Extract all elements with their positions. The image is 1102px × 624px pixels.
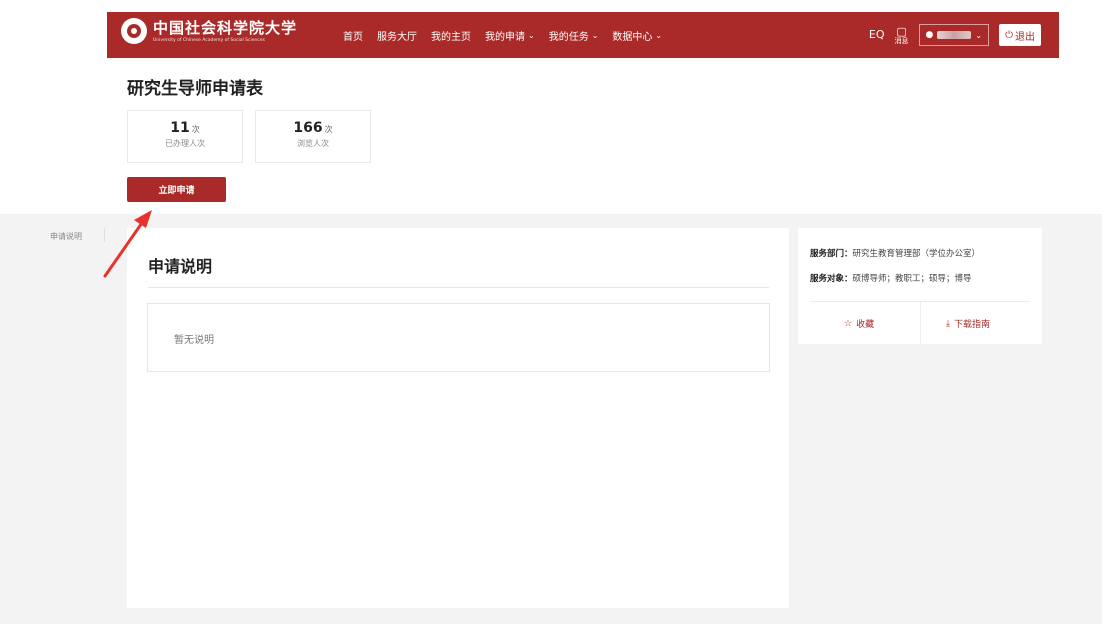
nav-service-hall[interactable]: 服务大厅 (377, 28, 417, 43)
heading-divider (148, 287, 769, 288)
nav-data-center[interactable]: 数据中心 ⌄ (612, 28, 662, 43)
logout-button[interactable]: ⏻ 退出 (999, 24, 1041, 46)
stat-handled-value: 11 (170, 120, 190, 136)
download-icon: ⤓ (946, 318, 950, 329)
stat-views-unit: 次 (324, 125, 333, 134)
favorite-button[interactable]: ☆ 收藏 (844, 317, 875, 331)
user-name-redacted (937, 31, 972, 39)
chevron-down-icon: ⌄ (655, 30, 663, 40)
main-nav: 首页 服务大厅 我的主页 我的申请 ⌄ 我的任务 ⌄ 数据中心 ⌄ (343, 12, 662, 58)
annotation-arrow-icon (103, 210, 152, 278)
chevron-down-icon: ⌄ (591, 30, 599, 40)
power-icon: ⏻ (1005, 29, 1013, 41)
nav-my-tasks[interactable]: 我的任务 ⌄ (549, 28, 599, 43)
service-target-key: 服务对象： (810, 274, 853, 284)
nav-my-tasks-label: 我的任务 (548, 31, 589, 43)
stat-card-handled: 11 次 已办理人次 (127, 110, 243, 163)
logout-label: 退出 (1015, 31, 1035, 43)
stat-views-label: 浏览人次 (297, 139, 329, 148)
service-target: 服务对象：硕博导师；教职工；硕导；博导 (810, 272, 972, 284)
instructions-text: 暂无说明 (174, 335, 214, 346)
nav-my-homepage-label: 我的主页 (431, 31, 471, 43)
eq-label: EQ (868, 28, 885, 41)
message-icon: ▢ (896, 24, 907, 38)
info-vertical-divider (920, 302, 921, 344)
service-department-value: 研究生教育管理部（学位办公室） (852, 249, 981, 259)
nav-home-label: 首页 (343, 31, 363, 43)
university-emblem-icon (121, 18, 147, 44)
user-menu[interactable]: ● ⌄ (918, 24, 990, 46)
page-title: 研究生导师申请表 (127, 79, 263, 99)
star-outline-icon: ☆ (844, 318, 853, 329)
favorite-label: 收藏 (856, 320, 875, 330)
nav-my-applications-label: 我的申请 (485, 31, 525, 43)
stat-views-value: 166 (293, 120, 323, 136)
user-icon: ● (925, 30, 934, 40)
logo-title: 中国社会科学院大学 (153, 18, 298, 37)
instructions-panel: 申请说明 暂无说明 (127, 228, 789, 608)
stat-handled-unit: 次 (191, 125, 200, 134)
nav-home[interactable]: 首页 (343, 28, 363, 43)
stat-card-views: 166 次 浏览人次 (255, 110, 371, 163)
sidebar-item-instructions[interactable]: 申请说明 (50, 231, 82, 242)
chevron-down-icon: ⌄ (975, 30, 983, 40)
nav-data-center-label: 数据中心 (612, 31, 653, 43)
site-logo[interactable]: 中国社会科学院大学 University of Chinese Academy … (121, 18, 297, 44)
nav-my-homepage[interactable]: 我的主页 (431, 28, 471, 43)
eq-button[interactable]: EQ (868, 28, 885, 41)
nav-my-applications[interactable]: 我的申请 ⌄ (485, 28, 535, 43)
logo-subtitle: University of Chinese Academy of Social … (153, 37, 265, 43)
stat-handled-label: 已办理人次 (165, 139, 205, 148)
download-guide-label: 下载指南 (953, 320, 990, 330)
message-label: 消息 (894, 36, 909, 45)
message-button[interactable]: ▢ 消息 (895, 26, 909, 45)
download-guide-button[interactable]: ⤓ 下载指南 (946, 317, 990, 331)
service-info-panel: 服务部门：研究生教育管理部（学位办公室） 服务对象：硕博导师；教职工；硕导；博导… (798, 228, 1042, 344)
apply-now-button[interactable]: 立即申请 (127, 177, 226, 202)
service-department: 服务部门：研究生教育管理部（学位办公室） (810, 247, 980, 259)
instructions-box: 暂无说明 (147, 303, 770, 372)
service-target-value: 硕博导师；教职工；硕导；博导 (852, 274, 972, 284)
nav-service-hall-label: 服务大厅 (377, 31, 417, 43)
service-department-key: 服务部门： (810, 249, 853, 259)
chevron-down-icon: ⌄ (528, 30, 535, 40)
top-navbar: 中国社会科学院大学 University of Chinese Academy … (107, 12, 1059, 58)
